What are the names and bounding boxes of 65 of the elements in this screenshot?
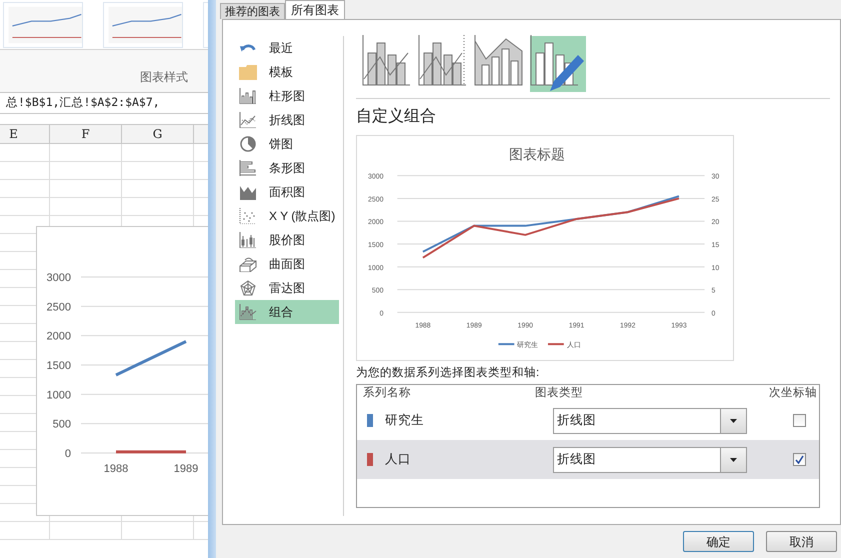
column-header: 次坐标轴 [768,386,817,402]
chart-subtype-option[interactable] [530,36,586,92]
chart-type-item[interactable]: 柱形图 [235,84,339,108]
chart-type-item[interactable]: 雷达图 [235,276,339,300]
legend-swatch [548,343,564,346]
chart-title: 图表标题 [509,146,566,162]
secondary-axis-checkbox[interactable] [793,453,806,466]
section-heading: 自定义组合 [356,106,437,127]
series-name: 人口 [385,451,412,468]
legend-swatch [498,343,514,346]
series-name: 研究生 [385,412,425,430]
chart-type-item[interactable]: 面积图 [235,180,339,204]
formula-bar[interactable]: 总!$B$1,汇总!$A$2:$A$7, [0,92,208,114]
column-header: 图表类型 [534,386,584,402]
chart-type-icon [239,88,257,104]
axis-tick-label: 0 [64,448,71,460]
folder-icon [239,64,257,80]
chart-type-item[interactable]: 组合 [235,300,339,324]
chart-type-icon [239,136,257,152]
column-header[interactable]: E [0,125,50,143]
chart-type-icon [239,112,257,128]
ribbon-group-label: 图表样式 [140,69,188,86]
series-row[interactable]: 人口 折线图 [357,440,819,480]
chart-type-icon [239,160,257,176]
column-header[interactable]: G [122,125,194,143]
chart-type-item[interactable]: 股价图 [235,228,339,252]
chart-style-thumbnail[interactable] [3,2,83,48]
chart-type-dropdown[interactable]: 折线图 [553,408,747,434]
dialog-tab[interactable]: 推荐的图表 [220,3,285,19]
caret-icon [730,458,737,462]
chart-type-item[interactable]: 饼图 [235,132,339,156]
axis-tick-label: 2500 [46,301,71,314]
series-prompt: 为您的数据系列选择图表类型和轴: [356,365,540,381]
embedded-chart[interactable]: 0 500 1000 1500 2000 2500 3000 1988 1989 [36,226,208,516]
chart-type-item[interactable]: 折线图 [235,108,339,132]
chart-type-icon [239,280,257,296]
chart-type-item[interactable]: 曲面图 [235,252,339,276]
axis-tick-label: 1000 [46,389,71,402]
chart-type-dropdown[interactable]: 折线图 [553,446,747,473]
chart-style-thumbnail[interactable] [103,2,183,48]
axis-category-label: 1989 [174,463,198,475]
axis-tick-label: 1500 [46,360,71,372]
axis-tick-label: 2000 [46,330,71,343]
chart-type-icon [239,232,257,248]
axis-tick-label: 500 [52,418,71,431]
series-row[interactable]: 研究生 折线图 [357,401,819,440]
chart-type-item[interactable]: X Y (散点图) [235,204,339,228]
dialog-tab[interactable]: 所有图表 [285,0,345,19]
chart-type-item[interactable]: 最近 [235,36,339,60]
column-header: 系列名称 [362,385,412,402]
chart-type-icon [239,208,257,224]
dialog-button[interactable]: 取消 [766,531,837,552]
chart-type-icon [239,184,257,200]
axis-tick-label: 3000 [46,272,71,284]
checkmark-icon [795,455,804,464]
chart-type-item[interactable]: 模板 [235,60,339,84]
chart-type-icon [239,304,257,320]
secondary-axis-checkbox[interactable] [793,414,806,428]
column-header[interactable]: F [50,125,122,143]
caret-icon [730,418,737,423]
dialog-button[interactable]: 确定 [683,531,754,552]
chart-type-item[interactable]: 条形图 [235,156,339,180]
chart-subtype-icon [530,35,586,93]
chart-type-icon [239,256,257,272]
axis-category-label: 1988 [104,463,128,475]
